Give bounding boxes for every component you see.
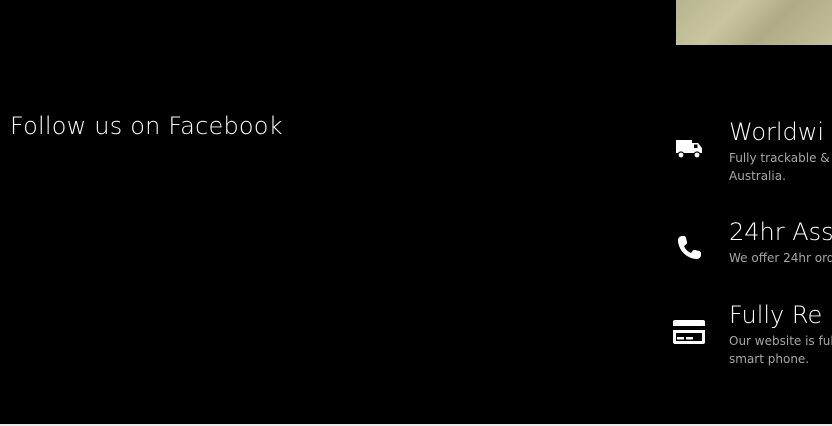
feature-description: Our website is ful smart phone.	[729, 334, 832, 366]
product-thumbnail[interactable]	[676, 0, 832, 45]
feature-heading: Worldwi	[729, 118, 825, 146]
facebook-heading: Follow us on Facebook	[10, 112, 283, 140]
credit-card-icon	[673, 320, 705, 344]
feature-description: We offer 24hr ord	[729, 251, 832, 265]
truck-icon	[676, 140, 702, 159]
feature-heading: 24hr Ass	[729, 218, 832, 246]
feature-description: Fully trackable & Australia.	[729, 151, 830, 183]
feature-heading: Fully Re	[729, 301, 823, 329]
phone-icon	[678, 236, 701, 259]
